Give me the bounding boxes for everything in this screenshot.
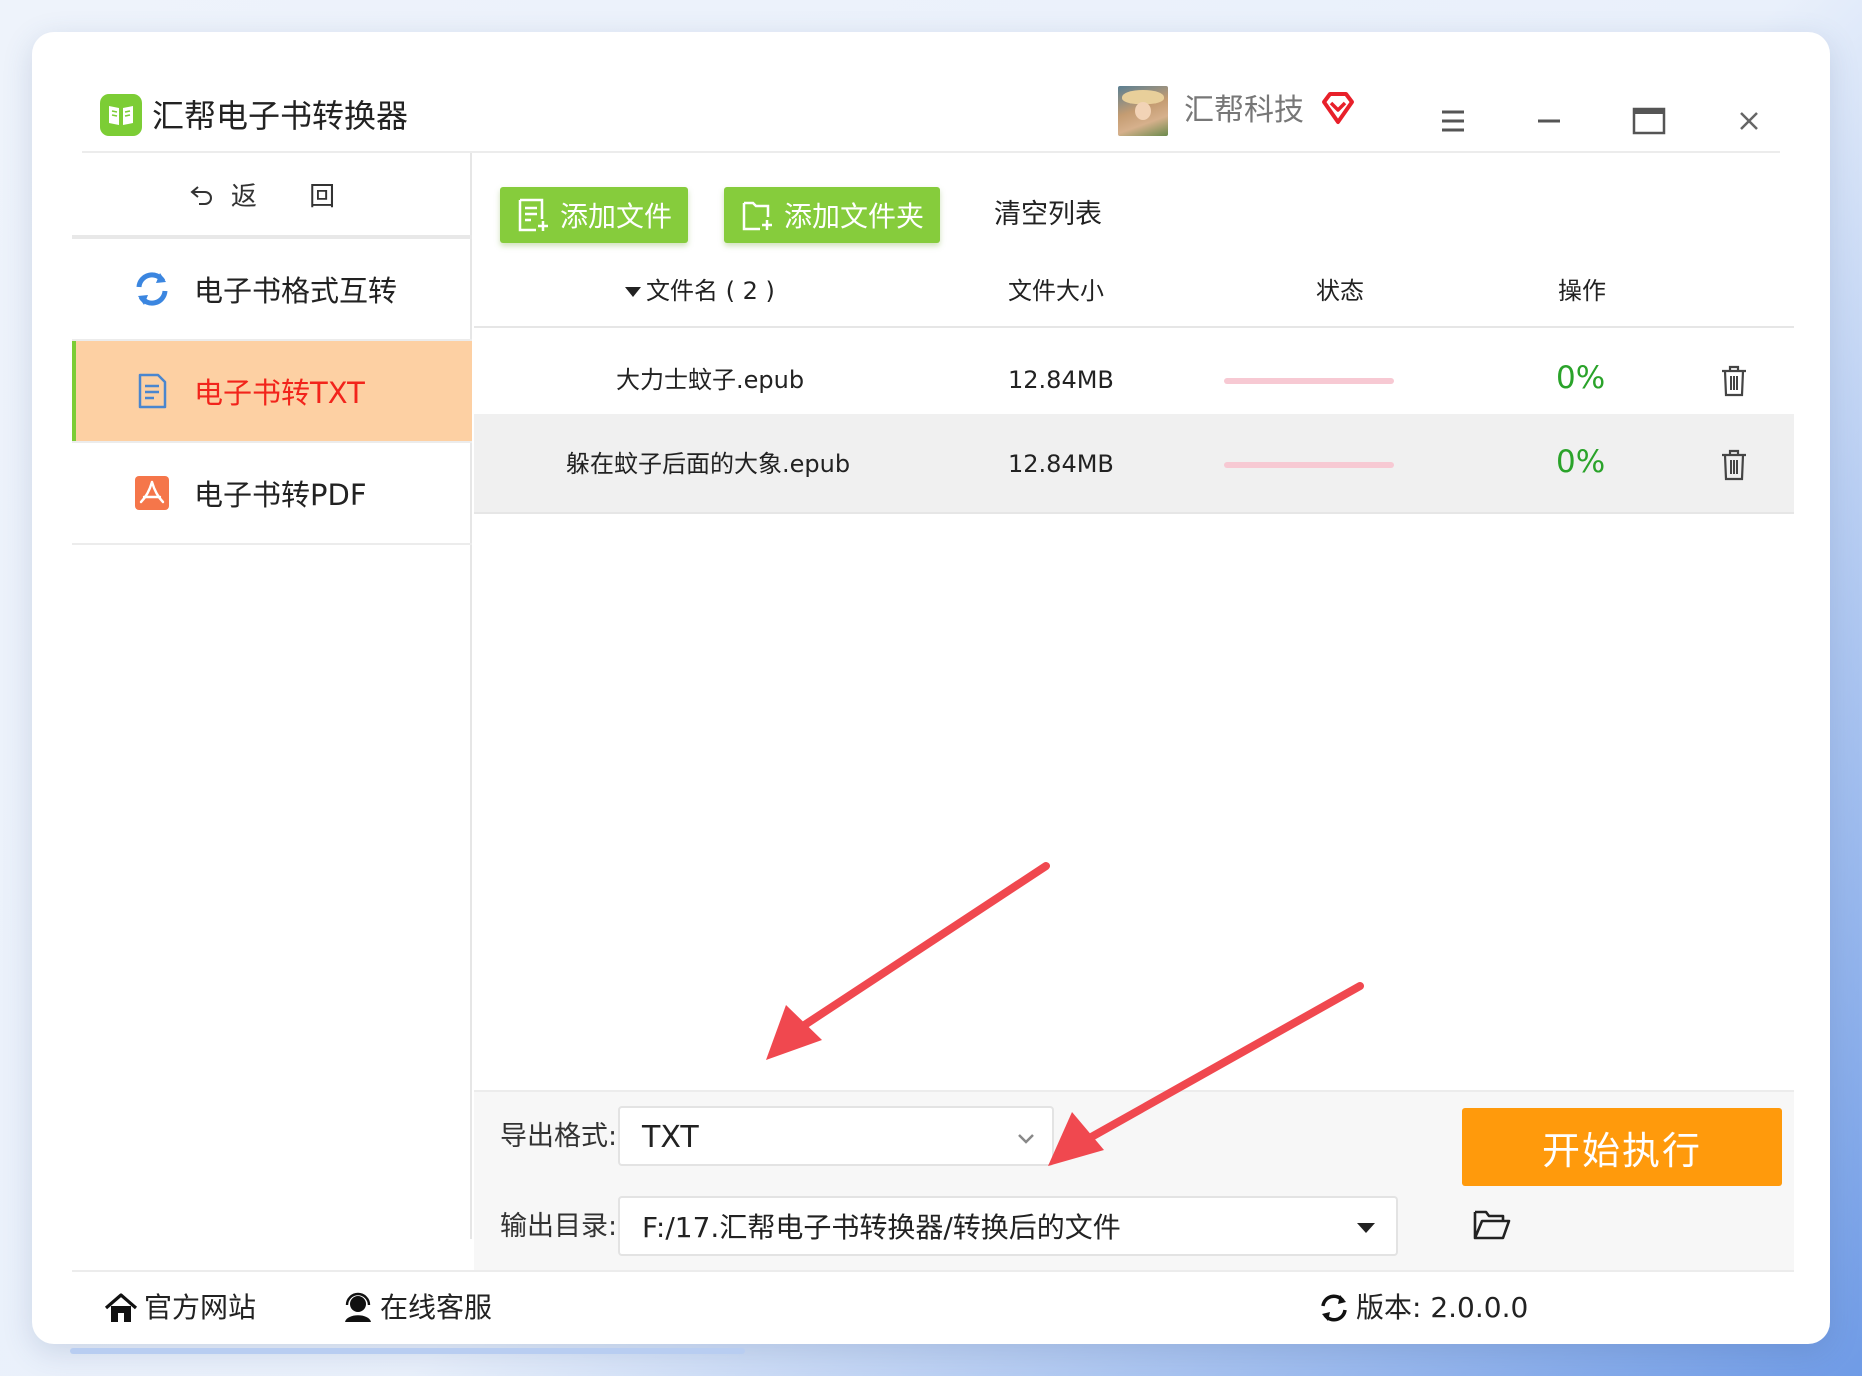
format-label: 导出格式:: [500, 1121, 618, 1152]
add-folder-icon: [742, 201, 772, 231]
output-label: 输出目录:: [500, 1211, 618, 1242]
progress-percent: 0%: [1556, 444, 1606, 480]
sidebar-item-label: 电子书格式互转: [194, 274, 398, 308]
sort-down-icon: [625, 287, 641, 297]
website-label: 官方网站: [144, 1291, 257, 1324]
progress-bar: [1224, 378, 1394, 384]
online-support-link[interactable]: 在线客服: [342, 1288, 492, 1328]
sidebar-item-to-pdf[interactable]: 电子书转PDF: [72, 443, 472, 543]
sidebar-separator: [72, 543, 472, 545]
caret-down-icon: [1357, 1223, 1375, 1233]
scroll-indicator: [70, 1348, 745, 1354]
file-name: 躲在蚊子后面的大象.epub: [566, 450, 851, 478]
file-name: 大力士蚊子.epub: [616, 366, 805, 394]
close-icon[interactable]: [1724, 96, 1774, 146]
pdf-icon: [132, 473, 172, 513]
column-header-name[interactable]: 文件名 ( 2 ): [624, 276, 775, 306]
back-button[interactable]: 返 回: [72, 153, 472, 235]
title-bar: 汇帮电子书转换器 汇帮科技: [32, 32, 1830, 153]
refresh-icon: [132, 269, 172, 309]
output-dir-select[interactable]: F:/17.汇帮电子书转换器/转换后的文件: [618, 1196, 1398, 1256]
start-button[interactable]: 开始执行: [1462, 1108, 1782, 1186]
progress-percent: 0%: [1556, 360, 1606, 396]
back-arrow-icon: [190, 186, 212, 205]
column-header-size: 文件大小: [1008, 277, 1104, 305]
menu-icon[interactable]: [1428, 96, 1478, 146]
support-label: 在线客服: [380, 1291, 493, 1324]
app-window: 汇帮电子书转换器 汇帮科技 返 回 电子书格式互转 电子书转TXT 电子书转PD…: [32, 32, 1830, 1344]
add-folder-button[interactable]: 添加文件夹: [724, 187, 941, 243]
update-refresh-icon: [1321, 1294, 1347, 1322]
trash-icon[interactable]: [1718, 448, 1750, 488]
format-value: TXT: [642, 1120, 699, 1155]
file-table-header: 文件名 ( 2 ) 文件大小 状态 操作: [474, 252, 1794, 328]
file-size: 12.84MB: [1008, 450, 1114, 478]
version-label: 版本: 2.0.0.0: [1356, 1291, 1529, 1324]
home-icon: [104, 1293, 138, 1322]
vip-diamond-icon[interactable]: [1320, 90, 1356, 130]
add-file-icon: [518, 198, 548, 232]
minimize-icon[interactable]: [1524, 96, 1574, 146]
user-name[interactable]: 汇帮科技: [1184, 90, 1304, 132]
avatar[interactable]: [1118, 86, 1168, 136]
add-file-button[interactable]: 添加文件: [500, 187, 689, 243]
add-file-label: 添加文件: [560, 200, 673, 233]
format-select[interactable]: TXT: [618, 1106, 1054, 1166]
file-size: 12.84MB: [1008, 366, 1114, 394]
official-website-link[interactable]: 官方网站: [104, 1288, 256, 1328]
sidebar-item-format-convert[interactable]: 电子书格式互转: [72, 239, 472, 339]
footer: 官方网站 在线客服 版本: 2.0.0.0: [72, 1270, 1794, 1342]
sidebar-item-to-txt[interactable]: 电子书转TXT: [72, 341, 472, 441]
output-dir-value: F:/17.汇帮电子书转换器/转换后的文件: [642, 1211, 1121, 1244]
sidebar: 返 回 电子书格式互转 电子书转TXT 电子书转PDF: [72, 153, 472, 1239]
clear-list-button[interactable]: 清空列表: [994, 194, 1102, 236]
sidebar-item-label: 电子书转PDF: [194, 478, 367, 512]
add-folder-label: 添加文件夹: [784, 200, 925, 233]
document-icon: [132, 371, 172, 411]
sidebar-item-label: 电子书转TXT: [194, 376, 365, 410]
table-row[interactable]: 躲在蚊子后面的大象.epub 12.84MB 0%: [474, 414, 1794, 514]
app-logo-icon: [100, 94, 142, 136]
back-label: 返 回: [230, 181, 358, 212]
version-info[interactable]: 版本: 2.0.0.0: [1318, 1288, 1528, 1328]
column-name-label: 文件名 ( 2 ): [646, 277, 775, 305]
app-title: 汇帮电子书转换器: [152, 97, 409, 135]
column-header-status: 状态: [1316, 277, 1364, 305]
maximize-icon[interactable]: [1624, 96, 1674, 146]
support-agent-icon: [345, 1292, 371, 1322]
trash-icon[interactable]: [1718, 364, 1750, 404]
folder-open-icon[interactable]: [1472, 1208, 1512, 1246]
column-header-action: 操作: [1558, 277, 1606, 305]
progress-bar: [1224, 462, 1394, 468]
chevron-down-icon: [1018, 1134, 1034, 1144]
